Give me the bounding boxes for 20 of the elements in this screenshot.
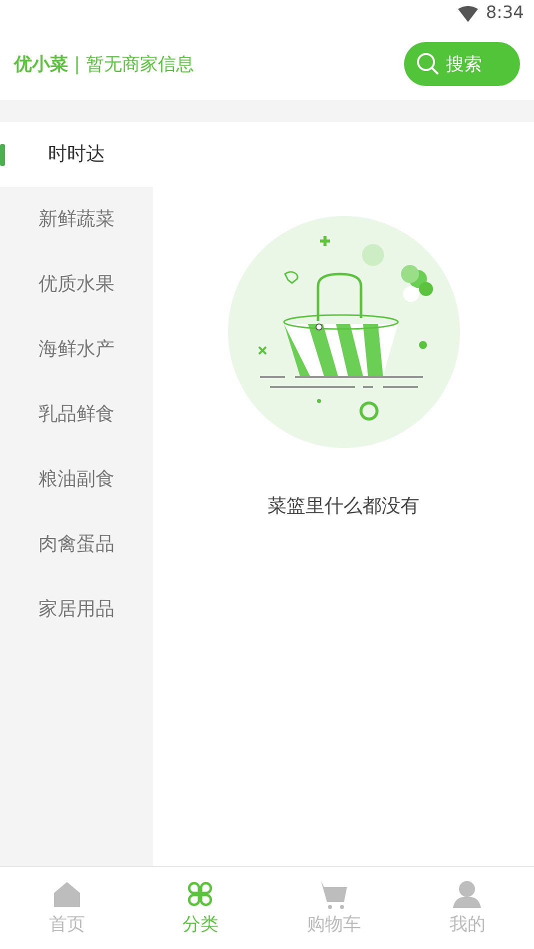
category-item[interactable]: 乳品鲜食	[0, 382, 153, 447]
merchant-info: 暂无商家信息	[86, 52, 194, 76]
selection-indicator	[0, 144, 5, 166]
category-item[interactable]: 时时达	[0, 122, 153, 187]
profile-icon	[452, 878, 482, 908]
wifi-icon	[458, 6, 478, 22]
category-item[interactable]: 海鲜水产	[0, 317, 153, 382]
category-item[interactable]: 肉禽蛋品	[0, 512, 153, 577]
category-item[interactable]: 家居用品	[0, 577, 153, 642]
category-item[interactable]: 新鲜蔬菜	[0, 187, 153, 252]
cart-icon	[318, 878, 349, 908]
brand-name: 优小菜	[14, 52, 68, 76]
empty-message: 菜篮里什么都没有	[268, 494, 420, 519]
category-item[interactable]: 优质水果	[0, 252, 153, 317]
search-button[interactable]: 搜索	[404, 42, 520, 86]
search-icon	[416, 52, 440, 76]
separator-text: |	[74, 52, 80, 76]
clock-time: 8:34	[486, 2, 524, 26]
category-item[interactable]: 粮油副食	[0, 447, 153, 512]
tab-item[interactable]: 分类	[134, 867, 267, 949]
